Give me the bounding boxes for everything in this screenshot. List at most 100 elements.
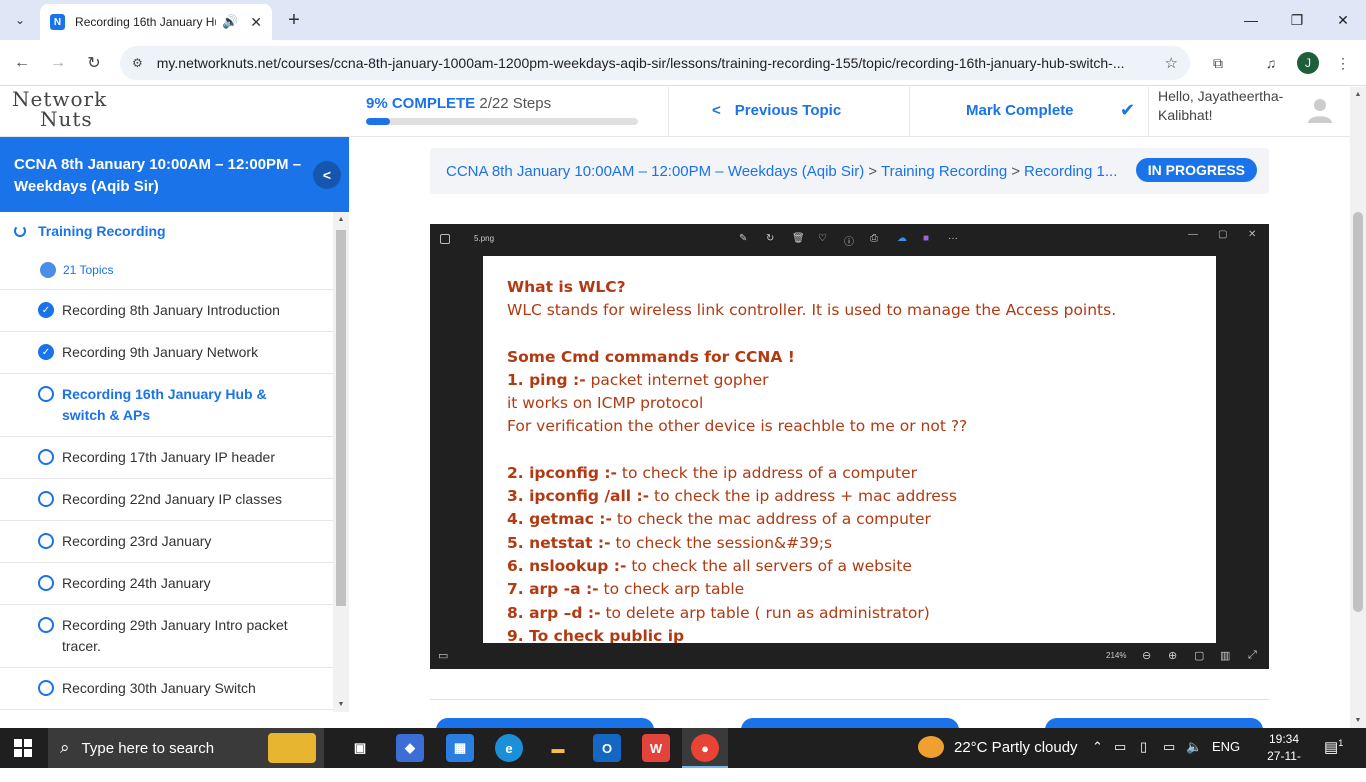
mark-complete-button[interactable]: Mark Complete — [966, 102, 1074, 119]
status-badge: IN PROGRESS — [1135, 158, 1257, 182]
bookmark-star-icon[interactable]: ☆ — [1165, 54, 1178, 72]
topic-item[interactable]: ✓ Recording 8th January Introduction — [0, 290, 333, 332]
search-highlight-icon — [268, 733, 316, 763]
topic-label: Recording 23rd January — [62, 533, 212, 549]
scroll-up-icon[interactable]: ▲ — [1353, 91, 1363, 98]
slide-command: 3. ipconfig /all :- to check the ip addr… — [507, 485, 1192, 508]
previous-topic-button[interactable]: < Previous Topic — [712, 102, 841, 119]
command-desc: to check the ip address of a computer — [616, 463, 917, 482]
video-player[interactable]: 5.png ✎ ↻ 🗑 ♡ ⓘ ⎙ ☁ ■ ··· — ▢ ✕ What is … — [430, 224, 1269, 669]
extensions-icon[interactable]: ⧉ — [1207, 52, 1229, 74]
print-icon: ⎙ — [870, 233, 878, 244]
edge-browser-icon[interactable]: e — [495, 734, 523, 762]
slide-text: For verification the other device is rea… — [507, 417, 968, 436]
copilot-icon[interactable]: ◆ — [396, 734, 424, 762]
page-scroll-thumb[interactable] — [1353, 212, 1363, 612]
back-button[interactable]: ← — [8, 49, 36, 77]
checkmark-icon[interactable]: ✔ — [1120, 100, 1135, 121]
slide-command: 5. netstat :- to check the session&#39;s — [507, 532, 1192, 555]
reload-button[interactable]: ↻ — [80, 49, 108, 77]
tab-search-menu-icon[interactable]: ⌄ — [8, 8, 32, 32]
page-scrollbar[interactable]: ▲ ▼ — [1350, 87, 1366, 728]
meet-now-icon[interactable]: ▯ — [1140, 739, 1147, 755]
viewer-zoom-level: 214% — [1106, 651, 1127, 660]
topic-item[interactable]: Recording 17th January IP header — [0, 437, 333, 479]
scroll-down-icon[interactable]: ▼ — [336, 701, 346, 708]
lesson-item-training-recording[interactable]: Training Recording — [0, 212, 333, 250]
breadcrumb-separator: > — [1011, 162, 1020, 180]
browser-tab-active[interactable]: N Recording 16th January Hub 🔊 ✕ — [40, 4, 272, 40]
restore-window-button[interactable]: ❐ — [1274, 6, 1320, 34]
topic-item[interactable]: ✓ Recording 9th January Network — [0, 332, 333, 374]
incomplete-circle-icon — [38, 491, 54, 507]
volume-icon[interactable]: 🔈 — [1186, 739, 1202, 755]
sidebar-scroll-thumb[interactable] — [336, 230, 346, 606]
header-divider — [668, 87, 669, 137]
profile-avatar[interactable]: J — [1297, 52, 1319, 74]
site-logo[interactable]: Network Nuts — [12, 89, 112, 133]
edit-icon: ✎ — [739, 233, 748, 244]
command-desc: to check the all servers of a website — [626, 556, 912, 575]
command-desc: to check arp table — [598, 580, 745, 599]
onedrive-icon: ☁ — [897, 233, 907, 244]
forward-button[interactable]: → — [44, 49, 72, 77]
zoom-in-icon: ⊕ — [1168, 650, 1178, 662]
lesson-title: Training Recording — [38, 223, 166, 239]
task-view-icon[interactable]: ▣ — [346, 734, 374, 762]
chrome-icon[interactable]: ● — [691, 734, 719, 762]
new-tab-button[interactable]: + — [282, 8, 306, 32]
media-control-icon[interactable]: ♫ — [1260, 52, 1282, 74]
actual-size-icon: ▥ — [1220, 650, 1231, 662]
outlook-icon[interactable]: O — [593, 734, 621, 762]
system-clock[interactable]: 19:34 27-11-2024 — [1254, 731, 1314, 782]
slide-command: 8. arp –d :- to delete arp table ( run a… — [507, 602, 1192, 625]
weather-widget[interactable]: 22°C Partly cloudy — [918, 736, 1078, 758]
incomplete-circle-icon — [38, 533, 54, 549]
course-title[interactable]: CCNA 8th January 10:00AM – 12:00PM – Wee… — [14, 154, 304, 198]
battery-icon[interactable]: ▭ — [1163, 739, 1175, 755]
notification-center-icon[interactable]: ▤1 — [1324, 738, 1343, 756]
address-bar[interactable]: ⚙ my.networknuts.net/courses/ccna-8th-ja… — [120, 46, 1190, 80]
topic-item[interactable]: Recording 22nd January IP classes — [0, 479, 333, 521]
url-text[interactable]: my.networknuts.net/courses/ccna-8th-janu… — [157, 55, 1147, 71]
progress-percent: 9% COMPLETE — [366, 95, 476, 112]
show-hidden-icons[interactable]: ⌃ — [1092, 739, 1103, 755]
windows-start-icon[interactable] — [14, 739, 32, 757]
collapse-sidebar-icon[interactable]: < — [313, 161, 341, 189]
file-explorer-icon[interactable]: ▬ — [544, 734, 572, 762]
topic-label: Recording 29th January Intro packet trac… — [62, 617, 288, 654]
network-icon[interactable]: ▭ — [1114, 739, 1126, 755]
breadcrumb-topic[interactable]: Recording 1... — [1024, 163, 1117, 180]
clipchamp-icon: ■ — [923, 233, 930, 244]
slide-image: What is WLC? WLC stands for wireless lin… — [483, 256, 1216, 643]
minimize-window-button[interactable]: — — [1228, 6, 1274, 34]
sidebar-scrollbar[interactable]: ▲ ▼ — [333, 212, 349, 712]
slide-text: WLC stands for wireless link controller.… — [507, 301, 1117, 320]
topic-item[interactable]: Recording 29th January Intro packet trac… — [0, 605, 333, 668]
tab-close-icon[interactable]: ✕ — [250, 14, 262, 31]
user-avatar-icon[interactable] — [1306, 95, 1334, 123]
topic-item[interactable]: Recording 23rd January — [0, 521, 333, 563]
language-indicator[interactable]: ENG — [1212, 739, 1240, 754]
wps-office-icon[interactable]: W — [642, 734, 670, 762]
scroll-up-icon[interactable]: ▲ — [336, 216, 346, 223]
weather-text: 22°C Partly cloudy — [954, 738, 1078, 756]
browser-menu-icon[interactable]: ⋮ — [1332, 52, 1354, 74]
topic-item[interactable]: Recording 30th January Switch — [0, 668, 333, 710]
microsoft-store-icon[interactable]: ▦ — [446, 734, 474, 762]
site-info-icon[interactable]: ⚙ — [132, 56, 143, 70]
incomplete-circle-icon — [38, 386, 54, 402]
slide-command: 1. ping :- packet internet gopher — [507, 369, 1192, 392]
scroll-down-icon[interactable]: ▼ — [1353, 717, 1363, 724]
breadcrumb-course[interactable]: CCNA 8th January 10:00AM – 12:00PM – Wee… — [446, 163, 864, 180]
command-key: 5. netstat :- — [507, 533, 611, 552]
taskbar-search-box[interactable]: ⌕ Type here to search — [48, 728, 324, 768]
topics-count-toggle[interactable]: 21 Topics — [0, 250, 333, 290]
breadcrumb-lesson[interactable]: Training Recording — [881, 163, 1007, 180]
topic-item[interactable]: Recording 16th January Hub & switch & AP… — [0, 374, 333, 437]
topic-item[interactable]: Recording 24th January — [0, 563, 333, 605]
in-progress-icon — [14, 225, 26, 237]
progress-label: 9% COMPLETE 2/22 Steps — [366, 95, 646, 112]
audio-playing-icon[interactable]: 🔊 — [222, 14, 238, 30]
close-window-button[interactable]: ✕ — [1320, 6, 1366, 34]
